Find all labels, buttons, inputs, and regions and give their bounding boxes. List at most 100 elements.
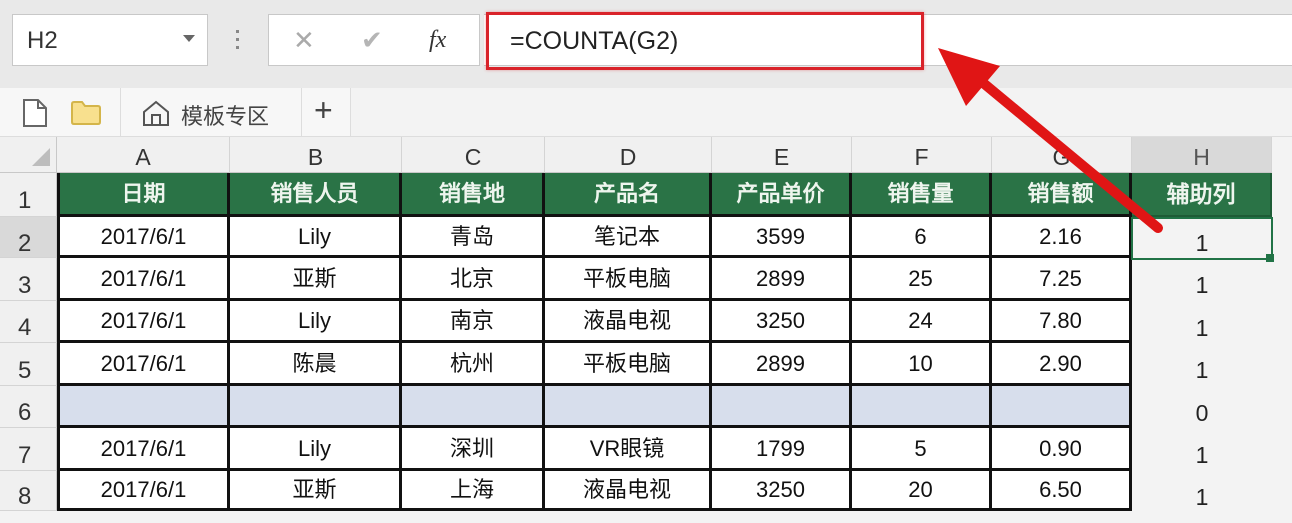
cell-d3[interactable]: 平板电脑 [545, 258, 712, 301]
cell-g7[interactable]: 0.90 [992, 428, 1132, 471]
formula-highlight-box [486, 12, 924, 70]
column-header-f[interactable]: F [852, 137, 992, 173]
cell-f3[interactable]: 25 [852, 258, 992, 301]
cell-e8[interactable]: 3250 [712, 471, 852, 511]
name-box-value: H2 [27, 27, 58, 54]
cell-h7[interactable]: 1 [1132, 428, 1272, 471]
name-box[interactable]: H2 [12, 14, 208, 66]
select-all-button[interactable] [0, 137, 57, 173]
cell-e4[interactable]: 3250 [712, 301, 852, 343]
cell-c2[interactable]: 青岛 [402, 217, 545, 258]
check-icon[interactable]: ✔ [361, 25, 383, 56]
row-header-1[interactable]: 1 [0, 173, 57, 217]
fill-handle[interactable] [1266, 254, 1274, 262]
formula-bar: H2 ✕ ✔ fx =COUNTA(G2) [0, 0, 1292, 88]
header-cell[interactable]: 产品单价 [712, 173, 852, 217]
quick-actions [0, 88, 121, 136]
selected-cell-outline [1131, 217, 1273, 260]
cell-h4[interactable]: 1 [1132, 301, 1272, 343]
cell-f6[interactable] [852, 386, 992, 428]
close-icon[interactable]: ✕ [293, 25, 315, 56]
cell-g8[interactable]: 6.50 [992, 471, 1132, 511]
cell-b6[interactable] [230, 386, 402, 428]
cell-b7[interactable]: Lily [230, 428, 402, 471]
cell-d4[interactable]: 液晶电视 [545, 301, 712, 343]
cell-a6[interactable] [57, 386, 230, 428]
tab-label: 模板专区 [181, 104, 270, 129]
column-header-a[interactable]: A [57, 137, 230, 173]
plus-icon: + [314, 92, 333, 128]
fx-icon[interactable]: fx [429, 27, 446, 54]
formula-buttons: ✕ ✔ fx [268, 14, 480, 66]
cell-a5[interactable]: 2017/6/1 [57, 343, 230, 386]
row-header-5[interactable]: 5 [0, 343, 57, 386]
cell-a3[interactable]: 2017/6/1 [57, 258, 230, 301]
cell-e6[interactable] [712, 386, 852, 428]
header-cell[interactable]: 产品名 [545, 173, 712, 217]
cell-e3[interactable]: 2899 [712, 258, 852, 301]
cell-g2[interactable]: 2.16 [992, 217, 1132, 258]
cell-h6[interactable]: 0 [1132, 386, 1272, 428]
cell-b8[interactable]: 亚斯 [230, 471, 402, 511]
cell-c6[interactable] [402, 386, 545, 428]
cell-h5[interactable]: 1 [1132, 343, 1272, 386]
cell-g5[interactable]: 2.90 [992, 343, 1132, 386]
cell-f2[interactable]: 6 [852, 217, 992, 258]
home-icon [143, 100, 169, 126]
header-cell[interactable]: 辅助列 [1132, 173, 1272, 217]
tab-template-zone[interactable]: 模板专区 [121, 88, 302, 136]
cell-a7[interactable]: 2017/6/1 [57, 428, 230, 471]
cell-c5[interactable]: 杭州 [402, 343, 545, 386]
row-header-3[interactable]: 3 [0, 258, 57, 301]
column-header-c[interactable]: C [402, 137, 545, 173]
column-header-e[interactable]: E [712, 137, 852, 173]
add-tab-button[interactable]: + [302, 88, 351, 136]
header-cell[interactable]: 日期 [57, 173, 230, 217]
cell-d6[interactable] [545, 386, 712, 428]
row-header-4[interactable]: 4 [0, 301, 57, 343]
column-header-b[interactable]: B [230, 137, 402, 173]
header-cell[interactable]: 销售量 [852, 173, 992, 217]
cell-d2[interactable]: 笔记本 [545, 217, 712, 258]
cell-d5[interactable]: 平板电脑 [545, 343, 712, 386]
cell-g4[interactable]: 7.80 [992, 301, 1132, 343]
file-icon[interactable] [22, 98, 48, 128]
row-header-7[interactable]: 7 [0, 428, 57, 471]
row-header-6[interactable]: 6 [0, 386, 57, 428]
cell-c4[interactable]: 南京 [402, 301, 545, 343]
cell-e7[interactable]: 1799 [712, 428, 852, 471]
row-header-8[interactable]: 8 [0, 471, 57, 511]
cell-f5[interactable]: 10 [852, 343, 992, 386]
header-cell[interactable]: 销售地 [402, 173, 545, 217]
cell-a4[interactable]: 2017/6/1 [57, 301, 230, 343]
cell-h8[interactable]: 1 [1132, 471, 1272, 511]
cell-f7[interactable]: 5 [852, 428, 992, 471]
chevron-down-icon[interactable] [183, 35, 195, 42]
cell-b4[interactable]: Lily [230, 301, 402, 343]
cell-f4[interactable]: 24 [852, 301, 992, 343]
cell-e2[interactable]: 3599 [712, 217, 852, 258]
cell-c3[interactable]: 北京 [402, 258, 545, 301]
cell-a8[interactable]: 2017/6/1 [57, 471, 230, 511]
cell-b3[interactable]: 亚斯 [230, 258, 402, 301]
cell-f8[interactable]: 20 [852, 471, 992, 511]
cell-a2[interactable]: 2017/6/1 [57, 217, 230, 258]
column-header-d[interactable]: D [545, 137, 712, 173]
cell-b2[interactable]: Lily [230, 217, 402, 258]
cell-d7[interactable]: VR眼镜 [545, 428, 712, 471]
drag-handle-icon[interactable] [236, 30, 239, 52]
column-header-g[interactable]: G [992, 137, 1132, 173]
cell-c8[interactable]: 上海 [402, 471, 545, 511]
cell-d8[interactable]: 液晶电视 [545, 471, 712, 511]
folder-icon[interactable] [70, 100, 102, 126]
cell-g3[interactable]: 7.25 [992, 258, 1132, 301]
cell-c7[interactable]: 深圳 [402, 428, 545, 471]
header-cell[interactable]: 销售额 [992, 173, 1132, 217]
cell-e5[interactable]: 2899 [712, 343, 852, 386]
cell-g6[interactable] [992, 386, 1132, 428]
cell-b5[interactable]: 陈晨 [230, 343, 402, 386]
row-header-2[interactable]: 2 [0, 217, 57, 258]
header-cell[interactable]: 销售人员 [230, 173, 402, 217]
cell-h3[interactable]: 1 [1132, 258, 1272, 301]
column-header-h[interactable]: H [1132, 137, 1272, 173]
